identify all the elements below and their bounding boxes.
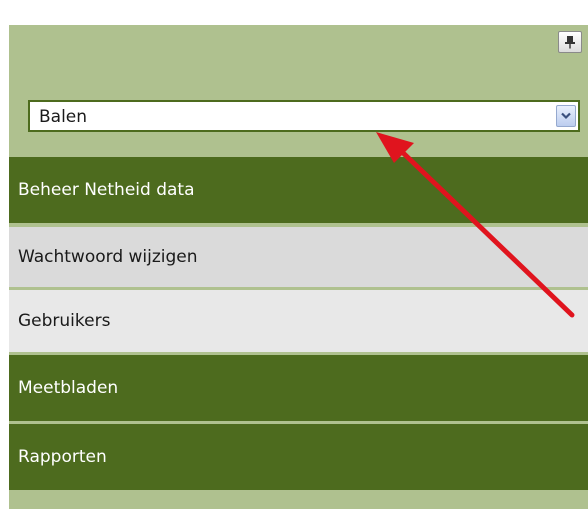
select-dropdown-button[interactable] — [556, 105, 576, 127]
chevron-down-icon — [561, 112, 571, 120]
location-select[interactable]: Balen — [28, 100, 580, 132]
menu-item-gebruikers[interactable]: Gebruikers — [9, 290, 588, 352]
menu-item-label: Beheer Netheid data — [18, 180, 195, 200]
pin-icon — [565, 36, 575, 49]
menu-item-label: Rapporten — [18, 447, 107, 467]
menu-item-meetbladen[interactable]: Meetbladen — [9, 355, 588, 421]
pin-button[interactable] — [558, 31, 582, 53]
menu-item-beheer-netheid-data[interactable]: Beheer Netheid data — [9, 157, 588, 223]
menu-item-wachtwoord-wijzigen[interactable]: Wachtwoord wijzigen — [9, 227, 588, 287]
menu-item-rapporten[interactable]: Rapporten — [9, 424, 588, 490]
menu-item-label: Wachtwoord wijzigen — [18, 247, 198, 267]
menu-item-label: Gebruikers — [18, 311, 111, 331]
location-select-value: Balen — [39, 107, 88, 127]
menu-item-label: Meetbladen — [18, 378, 119, 398]
